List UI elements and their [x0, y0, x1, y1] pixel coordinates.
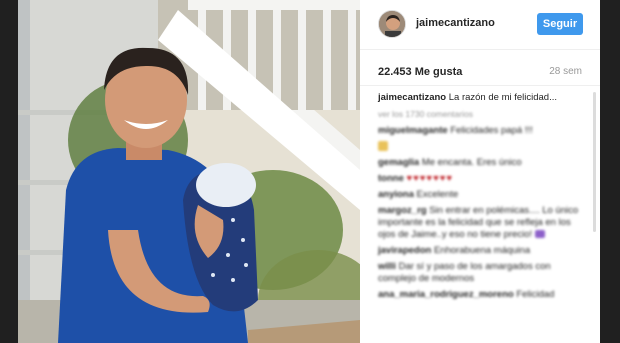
comment-username[interactable]: gemaglia	[378, 157, 419, 168]
comment-item: anyiona Excelente	[378, 189, 583, 201]
heart-icon: ♥♥♥♥♥♥♥	[406, 173, 453, 184]
user-avatar[interactable]	[378, 10, 406, 38]
comment-item: willi Dar sí y paso de los amargados con…	[378, 261, 583, 285]
comment-item: ana_maria_rodriguez_moreno Felicidad	[378, 289, 583, 301]
purple-emoji-icon	[534, 230, 545, 239]
comment-username[interactable]: tonne	[378, 173, 404, 184]
comments-list: jaimecantizano La razón de mi felicidad.…	[378, 92, 583, 305]
post-age: 28 sem	[549, 66, 582, 77]
comment-text: Dar sí y paso de los amargados con compl…	[378, 261, 551, 284]
comment-username[interactable]: willi	[378, 261, 396, 272]
follow-button[interactable]: Seguir	[537, 13, 583, 35]
comments-scrollbar[interactable]	[593, 92, 596, 232]
comment-item: margoz_rg Sin entrar en polémicas.... Lo…	[378, 205, 583, 241]
load-more-comments-link[interactable]: ver los 1730 comentarios	[378, 108, 583, 120]
comment-item: javirapedon Enhorabuena máquina	[378, 245, 583, 257]
comment-item	[378, 141, 583, 153]
caption: jaimecantizano La razón de mi felicidad.…	[378, 92, 583, 104]
caption-text: La razón de mi felicidad...	[448, 92, 558, 103]
comment-username[interactable]: anyiona	[378, 189, 414, 200]
comment-username[interactable]: margoz_rg	[378, 205, 427, 216]
folded-hands-icon	[378, 141, 388, 152]
comment-item: miguelmagante Felicidades papá !!!	[378, 125, 583, 137]
comment-text: Felicidad	[516, 289, 555, 300]
post-header: jaimecantizano Seguir	[360, 0, 600, 50]
likes-count[interactable]: 22.453 Me gusta	[378, 66, 462, 78]
comment-item: gemaglia Me encanta. Eres único	[378, 157, 583, 169]
caption-username[interactable]: jaimecantizano	[378, 92, 446, 103]
post-photo	[18, 0, 360, 343]
post-username[interactable]: jaimecantizano	[416, 17, 495, 29]
comment-username[interactable]: ana_maria_rodriguez_moreno	[378, 289, 514, 300]
comment-text: Excelente	[416, 189, 459, 200]
background-right	[600, 0, 620, 343]
comment-text: Me encanta. Eres único	[421, 157, 522, 168]
post-stats: 22.453 Me gusta 28 sem	[360, 58, 600, 86]
comment-item: tonne ♥♥♥♥♥♥♥	[378, 173, 583, 185]
post-panel: jaimecantizano Seguir 22.453 Me gusta 28…	[360, 0, 600, 343]
comment-username[interactable]: miguelmagante	[378, 125, 448, 136]
comment-text: Felicidades papá !!!	[450, 125, 533, 136]
comment-username[interactable]: javirapedon	[378, 245, 431, 256]
background-left	[0, 0, 18, 343]
comment-text: Enhorabuena máquina	[433, 245, 531, 256]
